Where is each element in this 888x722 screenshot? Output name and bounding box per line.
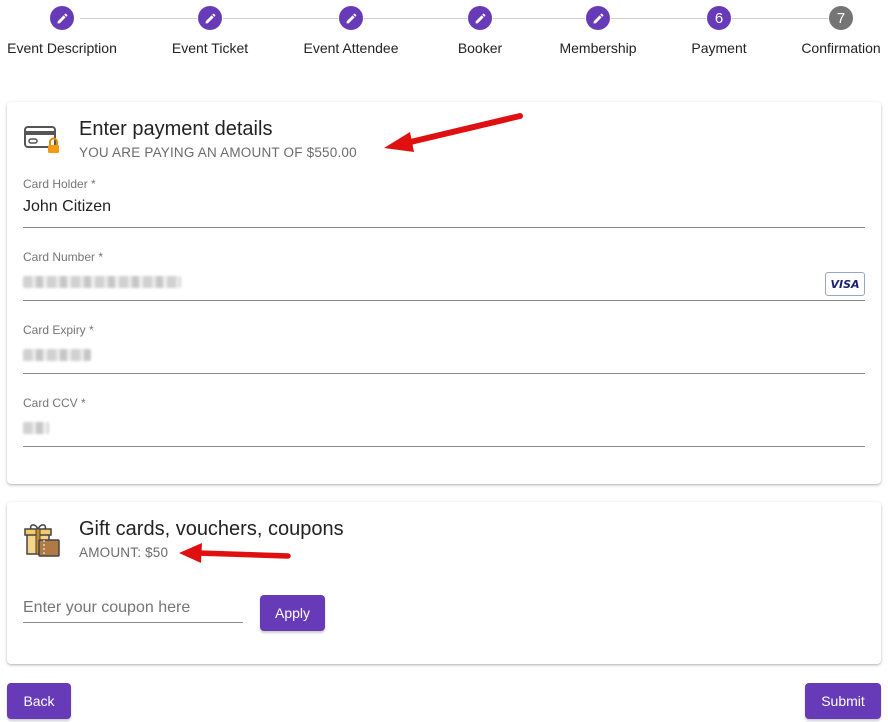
back-button[interactable]: Back	[7, 683, 71, 719]
payment-header: Enter payment details YOU ARE PAYING AN …	[23, 116, 357, 160]
step-label: Event Ticket	[171, 40, 249, 56]
payment-title: Enter payment details	[79, 118, 273, 140]
pencil-icon	[198, 6, 222, 30]
gift-voucher-icon	[24, 524, 60, 557]
step-confirmation: 7 Confirmation	[761, 0, 888, 56]
pencil-icon	[586, 6, 610, 30]
card-number-blurred-value[interactable]	[23, 276, 181, 288]
card-expiry-field[interactable]: Card Expiry *	[23, 323, 865, 374]
card-number-field[interactable]: Card Number * VISA	[23, 250, 865, 301]
card-ccv-blurred-value[interactable]	[23, 422, 49, 434]
pencil-icon	[50, 6, 74, 30]
step-number-badge: 7	[829, 6, 853, 30]
card-ccv-field[interactable]: Card CCV *	[23, 396, 865, 447]
step-label: Confirmation	[801, 40, 881, 56]
progress-stepper: Event Description Event Ticket Event Att…	[0, 0, 888, 70]
card-expiry-blurred-value[interactable]	[23, 349, 91, 361]
gift-header: Gift cards, vouchers, coupons AMOUNT: $5…	[23, 516, 344, 560]
gift-title: Gift cards, vouchers, coupons	[79, 518, 344, 540]
card-holder-label: Card Holder *	[23, 177, 96, 191]
card-ccv-label: Card CCV *	[23, 396, 86, 410]
step-number-badge: 6	[707, 6, 731, 30]
pencil-icon	[339, 6, 363, 30]
card-number-label: Card Number *	[23, 250, 104, 264]
visa-card-icon: VISA	[825, 272, 865, 296]
payment-details-card: Enter payment details YOU ARE PAYING AN …	[7, 102, 881, 484]
step-label: Event Description	[7, 40, 117, 56]
step-event-ticket[interactable]: Event Ticket	[130, 0, 290, 56]
pencil-icon	[468, 6, 492, 30]
submit-button[interactable]: Submit	[805, 683, 881, 719]
apply-coupon-button[interactable]: Apply	[260, 595, 325, 631]
step-event-description[interactable]: Event Description	[0, 0, 142, 56]
card-holder-field[interactable]: Card Holder * John Citizen	[23, 177, 865, 228]
card-holder-value[interactable]: John Citizen	[23, 198, 865, 216]
coupon-input[interactable]	[23, 594, 243, 623]
gift-voucher-card: Gift cards, vouchers, coupons AMOUNT: $5…	[7, 502, 881, 664]
gift-amount-text: AMOUNT: $50	[79, 545, 169, 560]
payment-amount-text: YOU ARE PAYING AN AMOUNT OF $550.00	[79, 145, 357, 160]
card-expiry-label: Card Expiry *	[23, 323, 94, 337]
credit-card-lock-icon	[24, 126, 59, 153]
